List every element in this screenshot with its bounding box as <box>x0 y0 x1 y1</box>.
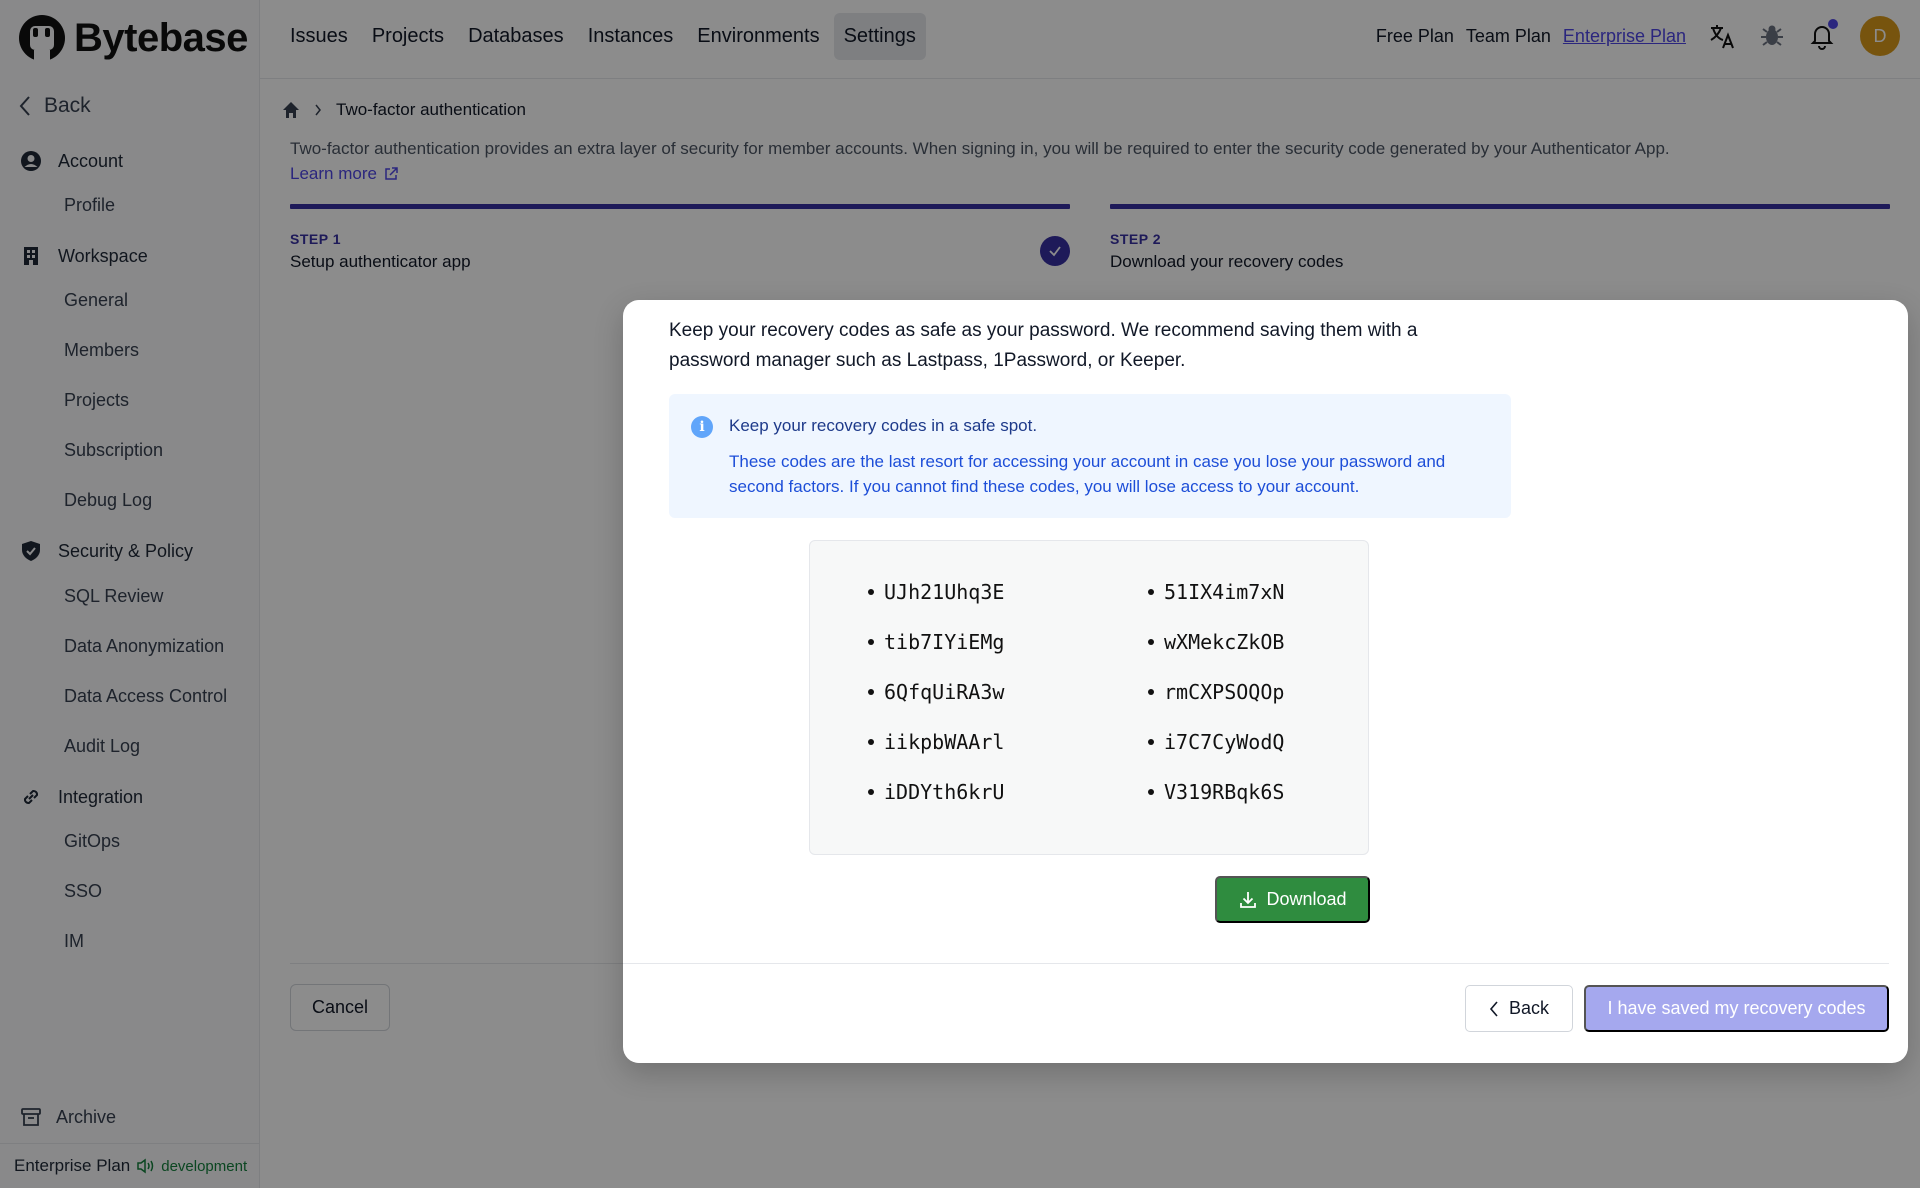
recovery-codes-list: UJh21Uhq3E 51IX4im7xN tib7IYiEMg wXMekcZ… <box>868 579 1348 805</box>
bullet-icon <box>868 639 874 645</box>
bullet-icon <box>1148 589 1154 595</box>
modal-divider <box>623 963 1889 964</box>
info-icon: i <box>691 416 713 438</box>
download-label: Download <box>1266 889 1347 909</box>
download-icon <box>1240 891 1257 908</box>
recovery-code: 6QfqUiRA3w <box>868 679 1148 705</box>
bullet-icon <box>1148 689 1154 695</box>
recovery-codes-box: UJh21Uhq3E 51IX4im7xN tib7IYiEMg wXMekcZ… <box>809 540 1369 855</box>
recovery-code-text: 51IX4im7xN <box>1164 580 1285 604</box>
recovery-code: rmCXPSOQOp <box>1148 679 1348 705</box>
recovery-code-text: V319RBqk6S <box>1164 780 1285 804</box>
info-alert: i Keep your recovery codes in a safe spo… <box>669 394 1511 518</box>
recovery-code: V319RBqk6S <box>1148 779 1348 805</box>
recovery-code-text: rmCXPSOQOp <box>1164 680 1285 704</box>
back-button[interactable]: Back <box>1465 985 1573 1032</box>
recovery-code-text: iDDYth6krU <box>884 780 1005 804</box>
recovery-code: iikpbWAArl <box>868 729 1148 755</box>
recovery-code: 51IX4im7xN <box>1148 579 1348 605</box>
recovery-code-text: i7C7CyWodQ <box>1164 730 1285 754</box>
recovery-codes-modal: Keep your recovery codes as safe as your… <box>623 300 1908 1063</box>
confirm-saved-button[interactable]: I have saved my recovery codes <box>1584 985 1889 1032</box>
bullet-icon <box>1148 639 1154 645</box>
chevron-left-icon <box>1489 1000 1498 1017</box>
recovery-code-text: tib7IYiEMg <box>884 630 1005 654</box>
recovery-code: wXMekcZkOB <box>1148 629 1348 655</box>
recovery-code-text: 6QfqUiRA3w <box>884 680 1005 704</box>
modal-intro: Keep your recovery codes as safe as your… <box>669 320 1418 371</box>
recovery-code-text: wXMekcZkOB <box>1164 630 1285 654</box>
recovery-code: UJh21Uhq3E <box>868 579 1148 605</box>
bullet-icon <box>868 589 874 595</box>
recovery-code: iDDYth6krU <box>868 779 1148 805</box>
recovery-code: tib7IYiEMg <box>868 629 1148 655</box>
bullet-icon <box>868 739 874 745</box>
recovery-code: i7C7CyWodQ <box>1148 729 1348 755</box>
download-button[interactable]: Download <box>1215 876 1370 923</box>
recovery-code-text: iikpbWAArl <box>884 730 1005 754</box>
back-label: Back <box>1508 998 1550 1018</box>
bullet-icon <box>1148 789 1154 795</box>
alert-title: Keep your recovery codes in a safe spot. <box>729 416 1038 435</box>
bullet-icon <box>868 689 874 695</box>
recovery-code-text: UJh21Uhq3E <box>884 580 1005 604</box>
bullet-icon <box>868 789 874 795</box>
alert-body: These codes are the last resort for acce… <box>729 452 1446 496</box>
bullet-icon <box>1148 739 1154 745</box>
